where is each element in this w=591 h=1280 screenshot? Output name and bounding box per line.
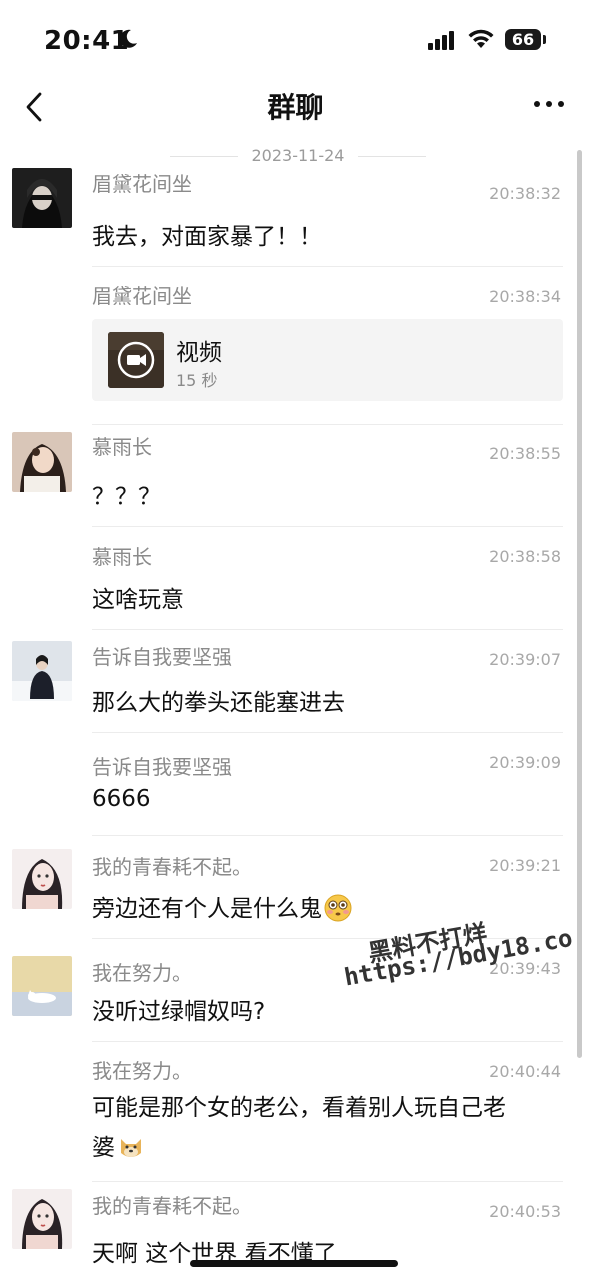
- doge-face-icon: [117, 1133, 145, 1161]
- sender-name: 告诉自我要坚强: [92, 755, 232, 779]
- avatar[interactable]: [12, 432, 72, 492]
- wifi-icon: [466, 28, 496, 50]
- message-divider: [92, 526, 563, 527]
- avatar[interactable]: [12, 1189, 72, 1249]
- message-text: ？？？: [92, 484, 161, 510]
- date-label: 2023-11-24: [251, 146, 345, 165]
- cellular-signal-icon: [428, 30, 458, 50]
- moon-icon: [117, 28, 139, 56]
- status-bar: 20:41 66: [0, 0, 591, 80]
- nav-bar: 群聊: [0, 80, 591, 130]
- message-divider: [92, 424, 563, 425]
- message-time: 20:40:44: [489, 1062, 561, 1081]
- page-title: 群聊: [267, 91, 324, 124]
- message-text: 那么大的拳头还能塞进去: [92, 690, 345, 716]
- sender-name: 眉黛花间坐: [92, 284, 192, 308]
- home-indicator[interactable]: [190, 1260, 398, 1267]
- message-text-body: 婆: [92, 1135, 115, 1161]
- divider-line: [170, 156, 238, 157]
- sender-name: 我的青春耗不起。: [92, 1194, 252, 1218]
- sender-name: 我在努力。: [92, 961, 192, 985]
- video-message-card[interactable]: 视频 15 秒: [92, 319, 563, 401]
- avatar[interactable]: [12, 641, 72, 701]
- message-divider: [92, 1041, 563, 1042]
- message-text: 这啥玩意: [92, 587, 184, 613]
- sender-name: 我的青春耗不起。: [92, 855, 252, 879]
- flushed-face-icon: [324, 894, 352, 922]
- video-thumbnail: [108, 332, 164, 388]
- message-text-line: 婆: [92, 1128, 562, 1168]
- sender-name: 我在努力。: [92, 1059, 192, 1083]
- avatar[interactable]: [12, 956, 72, 1016]
- sender-name: 眉黛花间坐: [92, 172, 192, 196]
- message-time: 20:39:07: [489, 650, 561, 669]
- message-text: 6666: [92, 786, 151, 812]
- message-divider: [92, 1181, 563, 1182]
- divider-line: [358, 156, 426, 157]
- scrollbar[interactable]: [577, 150, 582, 1058]
- date-divider: 2023-11-24: [170, 146, 426, 166]
- message-time: 20:38:34: [489, 287, 561, 306]
- avatar[interactable]: [12, 849, 72, 909]
- message-text: 旁边还有个人是什么鬼: [92, 889, 352, 923]
- message-divider: [92, 629, 563, 630]
- message-text: 可能是那个女的老公，看着别人玩自己老 婆: [92, 1088, 562, 1168]
- message-time: 20:38:55: [489, 444, 561, 463]
- avatar[interactable]: [12, 168, 72, 228]
- message-text: 我去，对面家暴了！！: [92, 224, 322, 250]
- message-divider: [92, 732, 563, 733]
- message-time: 20:39:09: [489, 753, 561, 772]
- video-label: 视频: [176, 340, 222, 366]
- message-time: 20:39:21: [489, 856, 561, 875]
- message-text-line: 可能是那个女的老公，看着别人玩自己老: [92, 1095, 506, 1121]
- battery-indicator: 66: [505, 29, 541, 50]
- message-text: 没听过绿帽奴吗?: [92, 999, 266, 1025]
- message-time: 20:38:32: [489, 184, 561, 203]
- sender-name: 告诉自我要坚强: [92, 645, 232, 669]
- message-divider: [92, 835, 563, 836]
- more-options-icon[interactable]: [532, 94, 566, 114]
- battery-cap: [543, 35, 546, 44]
- video-duration: 15 秒: [176, 371, 218, 390]
- sender-name: 慕雨长: [92, 545, 152, 569]
- sender-name: 慕雨长: [92, 435, 152, 459]
- message-text-body: 旁边还有个人是什么鬼: [92, 896, 322, 922]
- message-time: 20:38:58: [489, 547, 561, 566]
- message-time: 20:40:53: [489, 1202, 561, 1221]
- message-divider: [92, 266, 563, 267]
